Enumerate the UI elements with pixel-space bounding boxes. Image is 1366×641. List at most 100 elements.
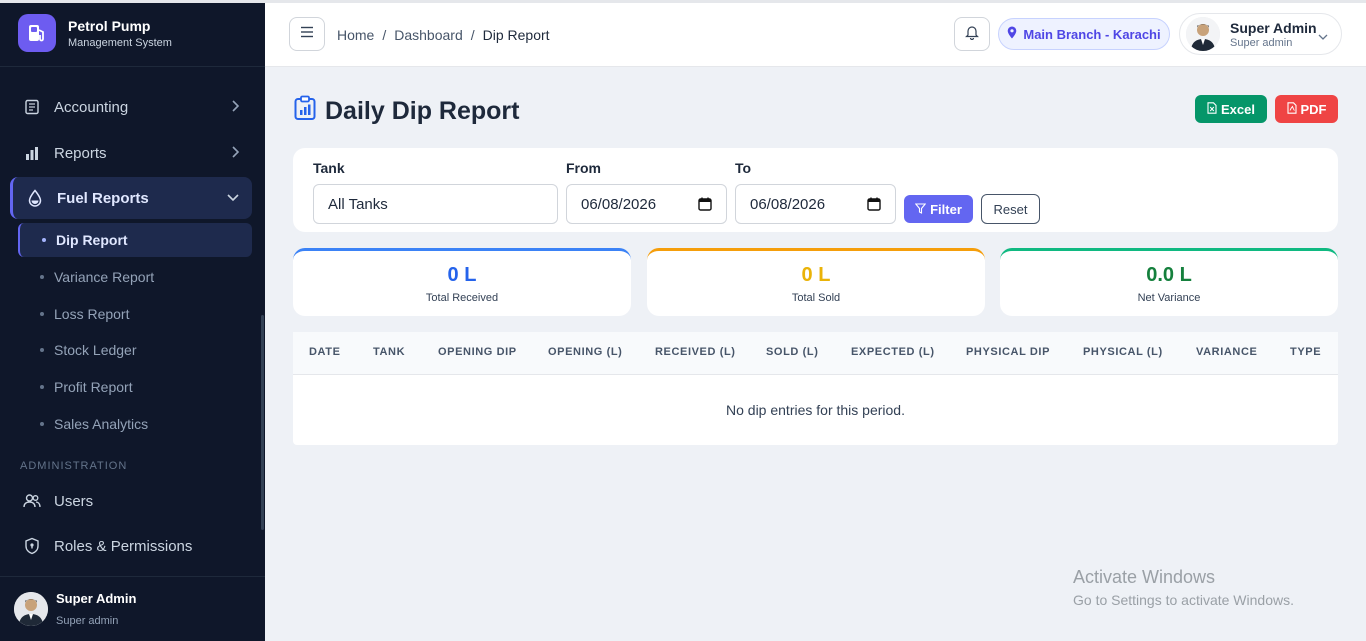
branch-selector[interactable]: Main Branch - Karachi [998, 18, 1170, 50]
watermark-title: Activate Windows [1073, 567, 1216, 587]
menu-toggle-button[interactable] [289, 17, 325, 51]
sidebar-item-users[interactable]: Users [10, 480, 252, 522]
watermark-subtitle: Go to Settings to activate Windows. [1073, 592, 1294, 608]
export-excel-button[interactable]: Excel [1195, 95, 1267, 123]
column-header[interactable]: OPENING DIP [438, 346, 517, 358]
bullet-icon [40, 422, 44, 426]
sidebar-subitem-profit-report[interactable]: Profit Report [18, 370, 252, 404]
bar-chart-icon [22, 143, 42, 163]
droplet-icon [25, 188, 45, 208]
breadcrumb-separator: / [382, 27, 387, 43]
sidebar-item-roles-permissions[interactable]: Roles & Permissions [10, 525, 252, 567]
column-header[interactable]: SOLD (L) [766, 346, 818, 358]
column-header[interactable]: EXPECTED (L) [851, 346, 935, 358]
dip-report-table: DATE TANK OPENING DIP OPENING (L) RECEIV… [293, 332, 1338, 445]
tank-select[interactable]: All Tanks [313, 184, 558, 224]
column-header[interactable]: PHYSICAL DIP [966, 346, 1050, 358]
stat-label: Total Sold [791, 292, 841, 304]
notifications-button[interactable] [954, 17, 990, 51]
column-header[interactable]: TYPE [1290, 346, 1321, 358]
ledger-icon [22, 97, 42, 117]
sidebar-item-label: Accounting [54, 98, 129, 116]
stat-label: Total Received [425, 292, 499, 304]
section-label-administration: ADMINISTRATION [20, 460, 128, 472]
funnel-icon [914, 202, 927, 217]
from-date-input[interactable]: 06/08/2026 [566, 184, 727, 224]
file-excel-icon [1207, 101, 1217, 117]
top-border [0, 0, 1366, 3]
table-header: DATE TANK OPENING DIP OPENING (L) RECEIV… [293, 332, 1338, 375]
filter-button-label: Filter [930, 201, 962, 217]
sidebar-user-role: Super admin [56, 615, 119, 627]
sidebar-item-label: Fuel Reports [57, 189, 149, 207]
column-header[interactable]: RECEIVED (L) [655, 346, 736, 358]
breadcrumb-separator: / [470, 27, 475, 43]
sidebar-subitem-label: Stock Ledger [54, 342, 137, 358]
chevron-down-icon [226, 190, 240, 207]
reset-button[interactable]: Reset [981, 194, 1040, 224]
activate-windows-watermark: Activate Windows Go to Settings to activ… [1073, 567, 1294, 608]
sidebar-subitem-variance-report[interactable]: Variance Report [18, 260, 252, 294]
users-icon [22, 491, 42, 511]
sidebar-subitem-label: Sales Analytics [54, 416, 149, 432]
sidebar-subitem-label: Dip Report [56, 232, 128, 248]
sidebar-subitem-stock-ledger[interactable]: Stock Ledger [18, 333, 252, 367]
breadcrumb-dashboard[interactable]: Dashboard [394, 27, 463, 43]
sidebar-subitem-loss-report[interactable]: Loss Report [18, 297, 252, 331]
bullet-icon [40, 312, 44, 316]
from-label: From [566, 160, 601, 176]
bullet-icon [40, 348, 44, 352]
breadcrumb-current: Dip Report [482, 27, 550, 43]
stat-value: 0 L [447, 264, 477, 286]
sidebar-user[interactable]: Super Admin Super admin [0, 576, 265, 641]
calendar-icon[interactable] [698, 197, 712, 215]
page-title-text: Daily Dip Report [325, 97, 520, 125]
hamburger-icon [300, 25, 314, 43]
calendar-icon[interactable] [867, 197, 881, 215]
column-header[interactable]: OPENING (L) [548, 346, 622, 358]
column-header[interactable]: DATE [309, 346, 341, 358]
user-menu[interactable]: Super Admin Super admin [1179, 13, 1342, 55]
sidebar-user-name: Super Admin [56, 591, 137, 606]
empty-state-message: No dip entries for this period. [726, 402, 905, 418]
filter-panel: Tank All Tanks From 06/08/2026 To 06/08/… [293, 148, 1338, 232]
bullet-icon [42, 238, 46, 242]
chevron-right-icon [230, 145, 240, 163]
file-pdf-icon [1286, 101, 1297, 117]
sidebar-subitem-sales-analytics[interactable]: Sales Analytics [18, 407, 252, 441]
sidebar-subitem-dip-report[interactable]: Dip Report [18, 223, 252, 257]
from-date-value: 06/08/2026 [581, 195, 657, 213]
fuel-pump-logo-icon [18, 14, 56, 52]
clipboard-chart-icon [293, 95, 317, 128]
column-header[interactable]: TANK [373, 346, 405, 358]
avatar [14, 592, 48, 626]
to-date-value: 06/08/2026 [750, 195, 826, 213]
stat-value: 0.0 L [1146, 264, 1192, 286]
sidebar-item-accounting[interactable]: Accounting [10, 86, 252, 128]
avatar [1186, 17, 1220, 51]
to-date-input[interactable]: 06/08/2026 [735, 184, 896, 224]
filter-button[interactable]: Filter [904, 195, 973, 223]
sidebar-scrollbar[interactable] [261, 315, 264, 530]
column-header[interactable]: PHYSICAL (L) [1083, 346, 1163, 358]
branch-name: Main Branch - Karachi [1023, 26, 1161, 42]
sidebar-item-label: Users [54, 492, 94, 510]
chevron-right-icon [230, 99, 240, 117]
bullet-icon [40, 275, 44, 279]
stat-label: Net Variance [1137, 292, 1201, 304]
sidebar-item-reports[interactable]: Reports [10, 132, 252, 174]
breadcrumb-home[interactable]: Home [337, 27, 374, 43]
stat-card-net-variance: 0.0 L Net Variance [1000, 248, 1338, 316]
sidebar-subitem-label: Loss Report [54, 306, 130, 322]
shield-icon [22, 536, 42, 556]
stat-card-total-sold: 0 L Total Sold [647, 248, 985, 316]
stat-value: 0 L [801, 264, 831, 286]
brand-subtitle: Management System [68, 36, 172, 49]
export-excel-label: Excel [1221, 101, 1255, 117]
stat-card-total-received: 0 L Total Received [293, 248, 631, 316]
export-pdf-button[interactable]: PDF [1275, 95, 1338, 123]
sidebar-item-fuel-reports[interactable]: Fuel Reports [10, 177, 252, 219]
column-header[interactable]: VARIANCE [1196, 346, 1257, 358]
chevron-down-icon [1317, 29, 1329, 47]
sidebar-item-label: Reports [54, 144, 107, 162]
